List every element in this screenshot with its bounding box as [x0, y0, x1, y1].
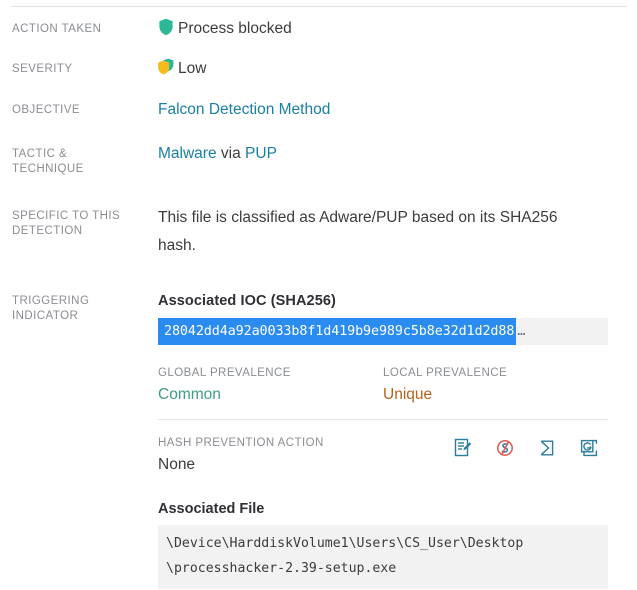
ioc-action-icons	[452, 437, 608, 459]
row-label-action-taken: ACTION TAKEN	[12, 23, 102, 35]
local-prevalence-value: Unique	[383, 386, 433, 403]
external-search-icon[interactable]	[578, 437, 600, 459]
row-value-triggering-indicator: Associated IOC (SHA256) 28042dd4a92a0033…	[158, 290, 637, 589]
triggering-indicator-panel: Associated IOC (SHA256) 28042dd4a92a0033…	[158, 290, 618, 589]
detail-rows: ACTION TAKEN Process blocked SEVERITY Lo	[0, 18, 637, 589]
severity-value: Low	[178, 60, 207, 77]
prevalence-section: GLOBAL PREVALENCE Common LOCAL PREVALENC…	[158, 366, 618, 406]
row-label-objective: OBJECTIVE	[12, 104, 80, 116]
detail-row-objective: OBJECTIVE Falcon Detection Method	[0, 99, 637, 121]
edit-document-icon[interactable]	[452, 437, 474, 459]
associated-file-heading: Associated File	[158, 501, 265, 517]
ioc-hash-value[interactable]: 28042dd4a92a0033b8f1d419b9e989c5b8e32d1d…	[158, 318, 517, 345]
row-label-triggering-line1: TRIGGERING	[12, 295, 90, 307]
row-label-specific-detection: SPECIFIC TO THIS DETECTION	[0, 204, 158, 239]
hash-prevention-block: HASH PREVENTION ACTION None	[158, 436, 324, 476]
local-prevalence-label: LOCAL PREVALENCE	[383, 367, 508, 379]
ioc-hash-truncation: …	[517, 323, 526, 339]
top-divider	[11, 6, 627, 7]
ioc-hash-field[interactable]: 28042dd4a92a0033b8f1d419b9e989c5b8e32d1d…	[158, 318, 608, 345]
hash-prevention-value: None	[158, 456, 196, 473]
shield-low-severity-icon	[158, 58, 174, 76]
detail-row-action-taken: ACTION TAKEN Process blocked	[0, 18, 637, 40]
tactic-link[interactable]: Malware	[158, 145, 217, 162]
sigma-query-icon[interactable]	[536, 437, 558, 459]
objective-link[interactable]: Falcon Detection Method	[158, 101, 330, 118]
row-label-specific-line2: DETECTION	[12, 225, 83, 237]
row-value-objective: Falcon Detection Method	[158, 99, 637, 121]
associated-ioc-heading: Associated IOC (SHA256)	[158, 293, 336, 309]
row-label-specific-line1: SPECIFIC TO THIS	[12, 210, 121, 222]
row-label-triggering-line2: INDICATOR	[12, 310, 79, 322]
file-path-line-1: \Device\HarddiskVolume1\Users\CS_User\De…	[166, 536, 524, 551]
row-value-action-taken: Process blocked	[158, 18, 637, 40]
row-label-triggering-indicator: TRIGGERING INDICATOR	[0, 290, 158, 324]
virustotal-icon[interactable]	[494, 437, 516, 459]
action-taken-value: Process blocked	[178, 20, 292, 37]
row-label-severity: SEVERITY	[12, 63, 73, 75]
row-value-tactic-technique: Malware via PUP	[158, 143, 637, 165]
hash-prevention-section: HASH PREVENTION ACTION None	[158, 436, 608, 476]
detail-row-triggering-indicator: TRIGGERING INDICATOR Associated IOC (SHA…	[0, 290, 637, 589]
detail-row-severity: SEVERITY Low	[0, 58, 637, 80]
detail-row-specific-to-this-detection: SPECIFIC TO THIS DETECTION This file is …	[0, 204, 637, 260]
detection-description: This file is classified as Adware/PUP ba…	[158, 209, 558, 254]
detail-row-tactic-technique: TACTIC & TECHNIQUE Malware via PUP	[0, 143, 637, 177]
detection-details-panel: ACTION TAKEN Process blocked SEVERITY Lo	[0, 0, 637, 590]
file-path-line-2: \processhacker-2.39-setup.exe	[166, 561, 397, 576]
global-prevalence-label: GLOBAL PREVALENCE	[158, 367, 291, 379]
row-label-tactic-technique: TACTIC & TECHNIQUE	[0, 143, 158, 177]
tactic-connector: via	[220, 145, 241, 162]
technique-link[interactable]: PUP	[245, 145, 277, 162]
row-label-tactic-line2: TECHNIQUE	[12, 163, 84, 175]
associated-file-path[interactable]: \Device\HarddiskVolume1\Users\CS_User\De…	[158, 525, 608, 589]
row-label-tactic-line1: TACTIC &	[12, 148, 68, 160]
prevalence-divider	[158, 419, 608, 420]
global-prevalence-block: GLOBAL PREVALENCE Common	[158, 366, 383, 406]
local-prevalence-block: LOCAL PREVALENCE Unique	[383, 366, 608, 406]
hash-prevention-label: HASH PREVENTION ACTION	[158, 437, 324, 449]
shield-green-icon	[158, 18, 174, 36]
global-prevalence-value: Common	[158, 386, 221, 403]
row-value-specific-detection: This file is classified as Adware/PUP ba…	[158, 204, 637, 260]
row-value-severity: Low	[158, 58, 637, 80]
